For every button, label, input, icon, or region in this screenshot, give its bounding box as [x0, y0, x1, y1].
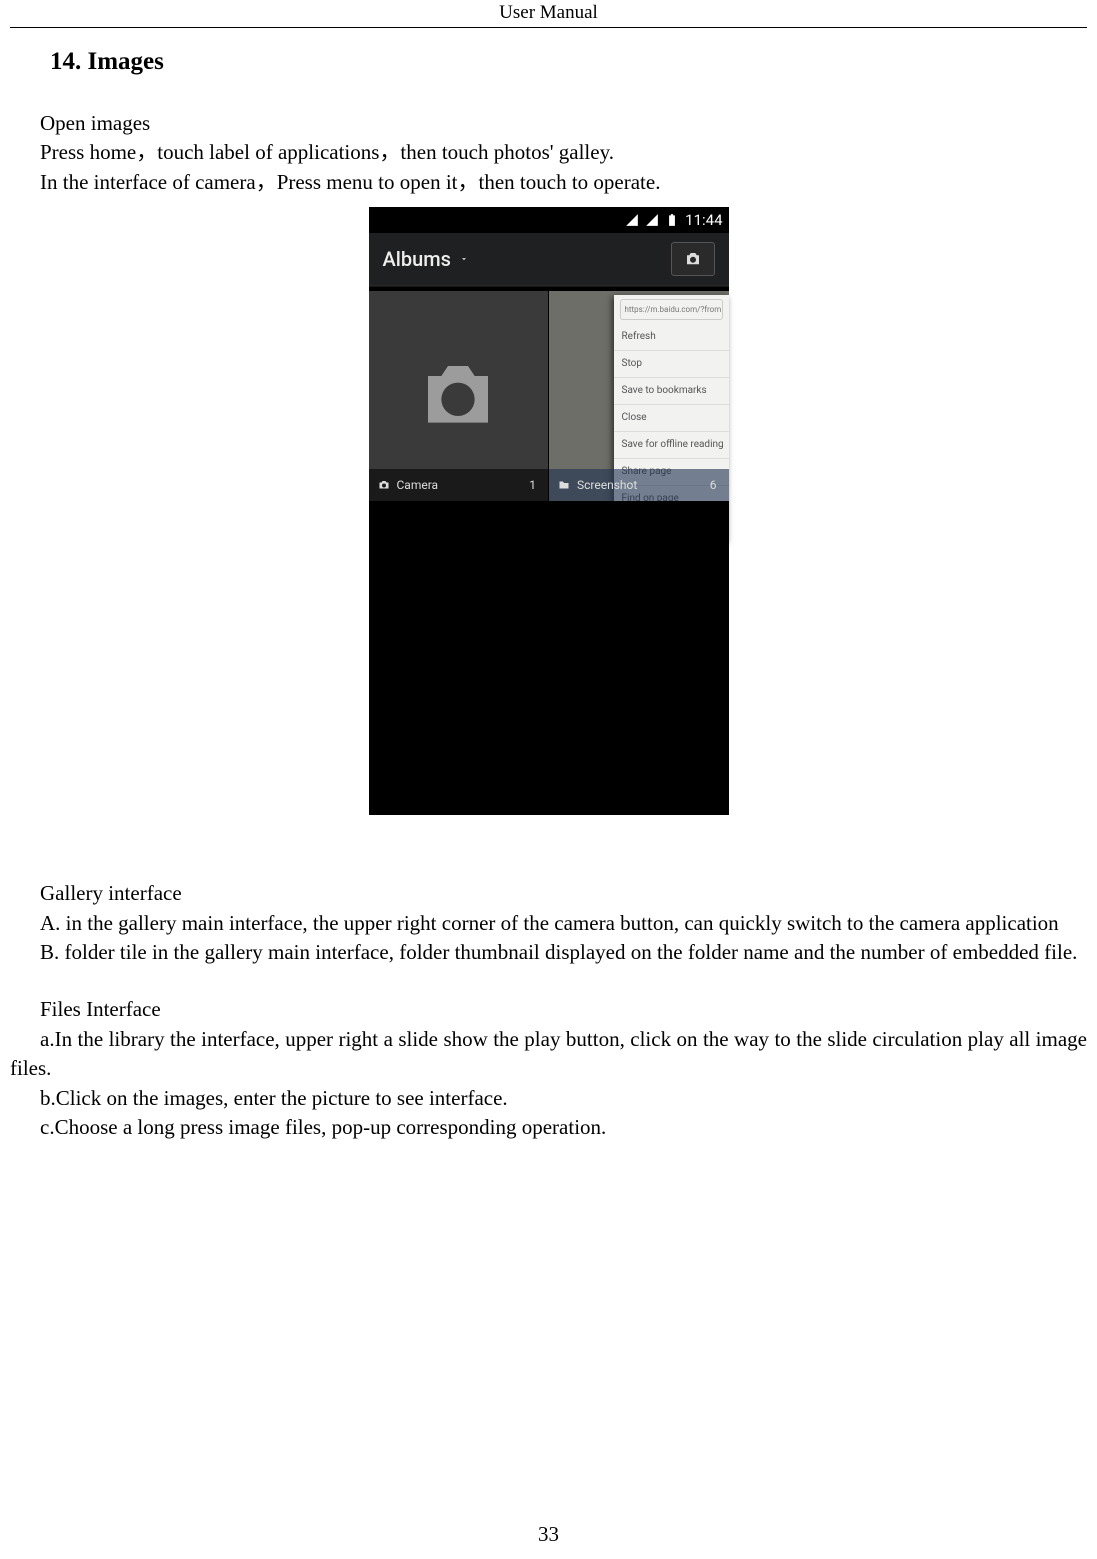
folder-icon: [557, 479, 571, 491]
album-screenshots-count: 6: [710, 477, 717, 494]
menu-item[interactable]: Save to bookmarks: [614, 377, 729, 404]
camera-button[interactable]: [671, 242, 715, 276]
album-captions: Camera 1 Screenshot 6: [369, 469, 729, 501]
camera-placeholder-icon: [408, 356, 508, 436]
menu-item[interactable]: Save for offline reading: [614, 431, 729, 458]
open-images-heading: Open images: [40, 109, 1087, 138]
battery-icon: [665, 213, 679, 227]
album-screenshots-label: Screenshot: [577, 477, 637, 494]
camera-icon: [682, 250, 704, 268]
signal-icon: [645, 213, 659, 227]
album-camera-label: Camera: [397, 477, 439, 494]
albums-title: Albums: [383, 245, 451, 273]
gallery-heading: Gallery interface: [10, 879, 1087, 908]
open-images-line2: In the interface of camera，Press menu to…: [40, 168, 1087, 197]
status-bar: 11:44: [369, 207, 729, 233]
section-number: 14.: [50, 48, 81, 75]
album-screenshots-caption: Screenshot 6: [549, 469, 729, 501]
phone-empty-area: [369, 501, 729, 815]
open-images-line1: Press home，touch label of applications，t…: [40, 138, 1087, 167]
title-bar-left[interactable]: Albums: [383, 245, 469, 273]
chevron-down-icon: [459, 254, 469, 264]
files-item-a: a.In the library the interface, upper ri…: [10, 1025, 1087, 1084]
title-divider: [369, 285, 729, 287]
section-title: Images: [88, 48, 164, 75]
page-number: 33: [0, 1522, 1097, 1547]
album-camera-count: 1: [529, 477, 536, 494]
album-camera-caption: Camera 1: [369, 469, 550, 501]
section-heading: 14. Images: [50, 44, 1087, 79]
menu-item[interactable]: Close: [614, 404, 729, 431]
gallery-item-a: A. in the gallery main interface, the up…: [10, 909, 1087, 938]
gallery-item-b: B. folder tile in the gallery main inter…: [10, 938, 1087, 967]
camera-small-icon: [377, 479, 391, 491]
menu-item[interactable]: Refresh: [614, 324, 729, 350]
files-item-c: c.Choose a long press image files, pop-u…: [10, 1113, 1087, 1142]
files-item-b: b.Click on the images, enter the picture…: [10, 1084, 1087, 1113]
running-head: User Manual: [10, 0, 1087, 27]
files-heading: Files Interface: [10, 995, 1087, 1024]
menu-url: https://m.baidu.com/?from: [620, 299, 723, 320]
phone-screenshot: 11:44 Albums: [369, 207, 729, 815]
status-time: 11:44: [685, 210, 722, 231]
app-title-bar: Albums: [369, 233, 729, 285]
signal-icon: [625, 213, 639, 227]
menu-item[interactable]: Stop: [614, 350, 729, 377]
figure-container: 11:44 Albums: [10, 207, 1087, 815]
